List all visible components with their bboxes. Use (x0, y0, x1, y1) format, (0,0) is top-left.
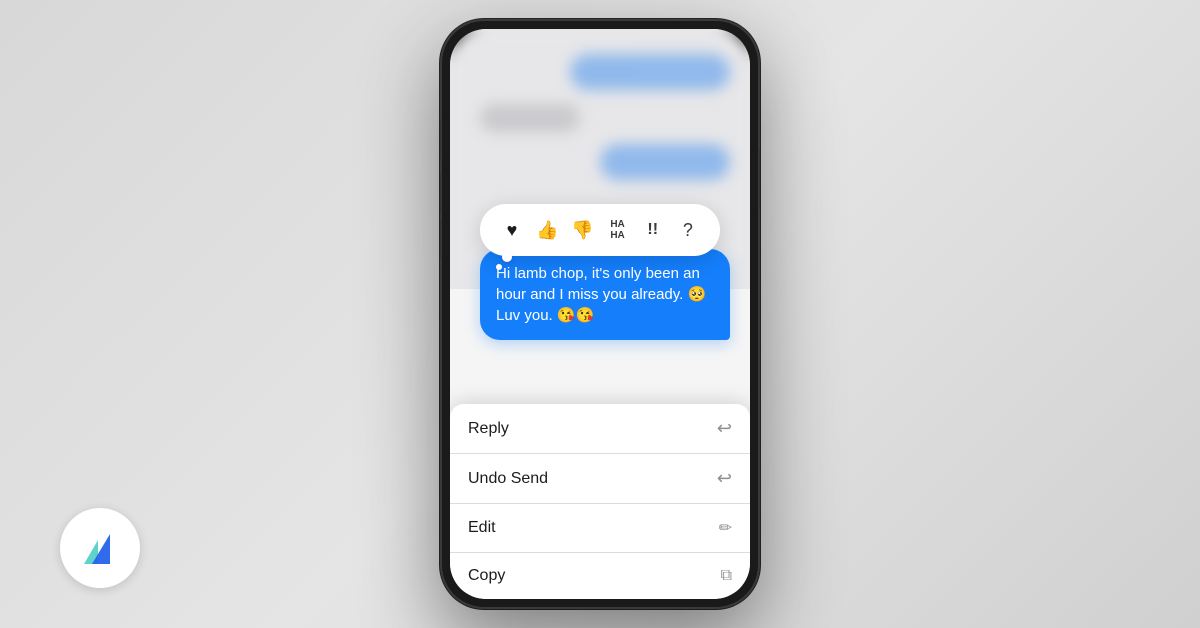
phone-screen: ♥ 👍 👎 HAHA !! ? Hi lamb chop, it's only … (450, 29, 750, 599)
reaction-haha[interactable]: HAHA (602, 214, 634, 246)
reaction-heart[interactable]: ♥ (496, 214, 528, 246)
context-undo-send[interactable]: Undo Send ↩ (450, 454, 750, 504)
context-copy-label: Copy (468, 567, 505, 585)
context-edit-label: Edit (468, 519, 496, 537)
context-reply-label: Reply (468, 420, 509, 438)
context-copy[interactable]: Copy ⧉ (450, 553, 750, 599)
logo-icon (78, 526, 122, 570)
context-edit[interactable]: Edit ✏ (450, 504, 750, 553)
reaction-thumbsup[interactable]: 👍 (531, 214, 563, 246)
active-message-bubble: Hi lamb chop, it's only been an hour and… (480, 249, 730, 340)
reaction-thumbsdown[interactable]: 👎 (566, 214, 598, 246)
reaction-tail-2 (496, 264, 502, 270)
phone-frame: ♥ 👍 👎 HAHA !! ? Hi lamb chop, it's only … (440, 19, 760, 609)
context-reply[interactable]: Reply ↩ (450, 404, 750, 454)
reply-icon: ↩ (717, 418, 732, 439)
copy-icon: ⧉ (721, 567, 732, 585)
active-message-text: Hi lamb chop, it's only been an hour and… (496, 263, 714, 326)
context-menu: Reply ↩ Undo Send ↩ Edit ✏ Copy ⧉ (450, 404, 750, 599)
logo-circle (60, 508, 140, 588)
reaction-tail-1 (502, 252, 512, 262)
reaction-bar: ♥ 👍 👎 HAHA !! ? (480, 204, 720, 256)
context-undo-label: Undo Send (468, 470, 548, 488)
reaction-question[interactable]: ? (672, 214, 704, 246)
edit-icon: ✏ (719, 518, 732, 538)
undo-send-icon: ↩ (717, 468, 732, 489)
reaction-emphasis[interactable]: !! (637, 214, 669, 246)
